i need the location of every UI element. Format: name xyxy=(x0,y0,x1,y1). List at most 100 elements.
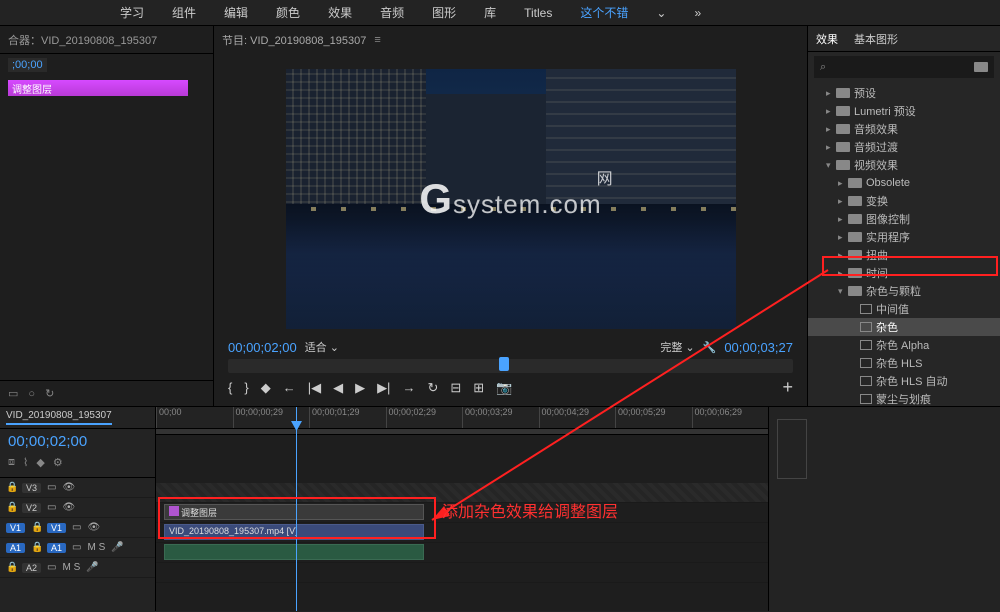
marker-icon[interactable]: ◆ xyxy=(36,456,44,469)
program-scrubber[interactable] xyxy=(228,359,793,373)
folder-icon xyxy=(848,232,862,242)
mic-icon[interactable]: 🎤 xyxy=(111,542,123,553)
track-v3[interactable] xyxy=(156,483,768,503)
mic-icon[interactable]: 🎤 xyxy=(86,562,98,573)
go-prev-button[interactable]: ← xyxy=(283,380,296,395)
track-v2[interactable]: 调整图层 xyxy=(156,503,768,523)
clip-video[interactable]: VID_20190808_195307.mp4 [V] xyxy=(164,524,424,540)
add-button-icon[interactable]: + xyxy=(782,377,793,398)
timeline-ruler[interactable]: 00;00 00;00;00;29 00;00;01;29 00;00;02;2… xyxy=(156,407,768,429)
step-back-button[interactable]: |◀ xyxy=(308,380,321,396)
effects-search-input[interactable]: ⌕ xyxy=(814,56,994,78)
tab-essential-graphics[interactable]: 基本图形 xyxy=(854,31,898,47)
wrench-icon[interactable]: 🔧 xyxy=(703,341,717,354)
play-button[interactable]: ▶ xyxy=(355,380,365,396)
menu-overflow-icon[interactable]: » xyxy=(694,6,701,20)
effect-icon xyxy=(860,340,872,350)
folder-icon xyxy=(836,160,850,170)
track-header-v2[interactable]: 🔒V2▭👁 xyxy=(0,498,155,518)
lift-button[interactable]: ⊟ xyxy=(450,380,461,396)
effects-tree-item[interactable]: ▸音频过渡 xyxy=(808,138,1000,156)
track-header-a1[interactable]: A1🔒A1▭M S🎤 xyxy=(0,538,155,558)
effects-tree-item[interactable]: ▸音频效果 xyxy=(808,120,1000,138)
adjustment-layer-clip[interactable]: 调整图层 xyxy=(8,80,188,96)
source-tool-icon[interactable]: ▭ xyxy=(8,387,18,400)
tree-item-label: 时间 xyxy=(866,265,888,281)
effect-icon xyxy=(860,394,872,404)
timeline-tab[interactable]: VID_20190808_195307 xyxy=(6,410,112,425)
loop-button[interactable]: ↻ xyxy=(427,380,438,396)
effects-tree-item[interactable]: 中间值 xyxy=(808,300,1000,318)
panel-menu-icon[interactable]: ≡ xyxy=(374,34,380,46)
fit-dropdown[interactable]: 适合 ⌄ xyxy=(305,339,339,355)
effects-tree-item[interactable]: ▸图像控制 xyxy=(808,210,1000,228)
mark-in-button[interactable]: { xyxy=(228,380,232,395)
play-backward-button[interactable]: ◀ xyxy=(333,380,343,396)
effects-tree-item[interactable]: ▸扭曲 xyxy=(808,246,1000,264)
track-a1[interactable] xyxy=(156,543,768,563)
effects-tree-item[interactable]: 杂色 HLS 自动 xyxy=(808,372,1000,390)
menu-graphics[interactable]: 图形 xyxy=(432,4,456,21)
menu-custom[interactable]: 这个不错 xyxy=(580,4,628,21)
tree-item-label: 图像控制 xyxy=(866,211,910,227)
menu-audio[interactable]: 音频 xyxy=(380,4,404,21)
go-next-button[interactable]: → xyxy=(402,380,415,395)
track-header-v1[interactable]: V1🔒V1▭👁 xyxy=(0,518,155,538)
effects-tree-item[interactable]: ▸实用程序 xyxy=(808,228,1000,246)
timeline-timecode[interactable]: 00;00;02;00 xyxy=(0,429,155,454)
effects-tree-item[interactable]: 杂色 xyxy=(808,318,1000,336)
effects-tree-item[interactable]: ▸变换 xyxy=(808,192,1000,210)
menu-color[interactable]: 颜色 xyxy=(276,4,300,21)
track-v1[interactable]: VID_20190808_195307.mp4 [V] xyxy=(156,523,768,543)
effects-tree-item[interactable]: ▸时间 xyxy=(808,264,1000,282)
program-current-timecode[interactable]: 00;00;02;00 xyxy=(228,340,297,355)
program-monitor[interactable]: Gsystem.com 网 xyxy=(286,69,736,329)
extract-button[interactable]: ⊞ xyxy=(473,380,484,396)
timeline-tracks-area[interactable]: 00;00 00;00;00;29 00;00;01;29 00;00;02;2… xyxy=(156,407,768,611)
settings-icon[interactable]: ⚙ xyxy=(53,456,63,469)
effects-tree-item[interactable]: 蒙尘与划痕 xyxy=(808,390,1000,406)
menu-learn[interactable]: 学习 xyxy=(120,4,144,21)
export-frame-button[interactable]: 📷 xyxy=(496,380,512,396)
menu-titles[interactable]: Titles xyxy=(524,6,552,20)
timeline-playhead[interactable] xyxy=(296,407,297,611)
tab-effects[interactable]: 效果 xyxy=(816,31,838,47)
effects-tree-item[interactable]: ▸Lumetri 预设 xyxy=(808,102,1000,120)
tree-item-label: 实用程序 xyxy=(866,229,910,245)
tree-item-label: 预设 xyxy=(854,85,876,101)
menu-edit[interactable]: 编辑 xyxy=(224,4,248,21)
snap-icon[interactable]: ⧈ xyxy=(8,456,15,469)
scrubber-playhead[interactable] xyxy=(499,357,509,371)
source-tool-icon[interactable]: ↻ xyxy=(45,387,54,400)
source-in-point[interactable]: ;00;00 xyxy=(8,58,47,72)
linked-selection-icon[interactable]: ⌇ xyxy=(23,456,28,469)
clip-audio[interactable] xyxy=(164,544,424,560)
menu-effects[interactable]: 效果 xyxy=(328,4,352,21)
top-menubar: 学习 组件 编辑 颜色 效果 音频 图形 库 Titles 这个不错 ⌄ » xyxy=(0,0,1000,26)
clip-adjustment-layer[interactable]: 调整图层 xyxy=(164,504,424,520)
effect-icon xyxy=(860,322,872,332)
quality-dropdown[interactable]: 完整 ⌄ xyxy=(660,339,694,355)
step-forward-button[interactable]: ▶| xyxy=(377,380,390,396)
track-header-a2[interactable]: 🔒A2▭M S🎤 xyxy=(0,558,155,578)
effects-tree-item[interactable]: ▾视频效果 xyxy=(808,156,1000,174)
effects-tree-item[interactable]: ▸Obsolete xyxy=(808,174,1000,192)
tree-item-label: 杂色 HLS 自动 xyxy=(876,373,948,389)
mark-out-button[interactable]: } xyxy=(244,380,248,395)
marker-button[interactable]: ◆ xyxy=(261,380,271,396)
audio-meter xyxy=(777,419,807,479)
menu-library[interactable]: 库 xyxy=(484,4,496,21)
track-a2[interactable] xyxy=(156,563,768,583)
menu-assembly[interactable]: 组件 xyxy=(172,4,196,21)
effect-icon xyxy=(860,304,872,314)
source-tool-icon[interactable]: ○ xyxy=(28,388,35,400)
effects-tree-item[interactable]: 杂色 Alpha xyxy=(808,336,1000,354)
effects-panel: 效果 基本图形 ⌕ ▸预设▸Lumetri 预设▸音频效果▸音频过渡▾视频效果▸… xyxy=(808,26,1000,406)
effects-tree-item[interactable]: ▸预设 xyxy=(808,84,1000,102)
menu-chevron-icon[interactable]: ⌄ xyxy=(656,6,666,20)
folder-icon xyxy=(836,124,850,134)
effects-tree-item[interactable]: ▾杂色与颗粒 xyxy=(808,282,1000,300)
tree-item-label: 蒙尘与划痕 xyxy=(876,391,931,406)
effects-tree-item[interactable]: 杂色 HLS xyxy=(808,354,1000,372)
track-header-v3[interactable]: 🔒V3▭👁 xyxy=(0,478,155,498)
